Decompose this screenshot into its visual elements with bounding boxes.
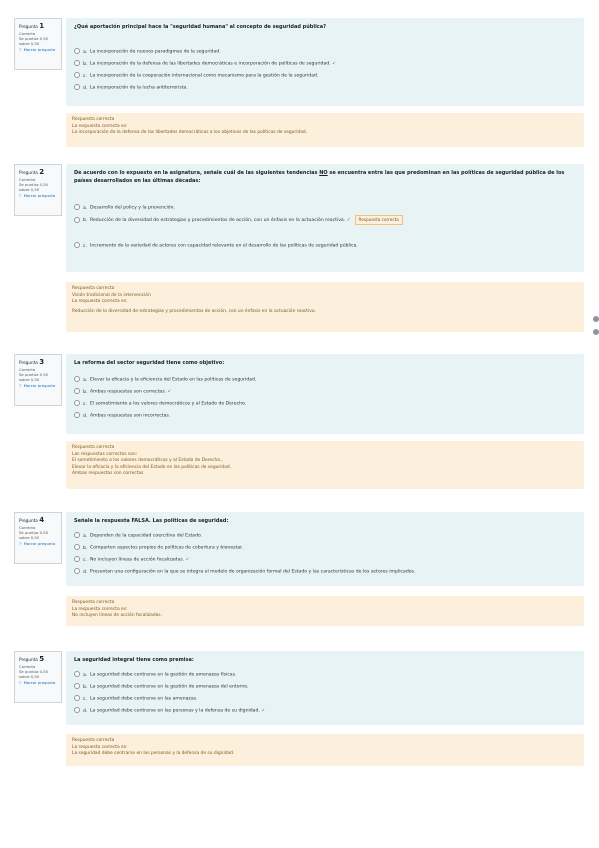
radio-button[interactable]	[74, 412, 80, 418]
radio-button[interactable]	[74, 683, 80, 689]
option-b[interactable]: b. La incorporación de la defensa de las …	[74, 60, 336, 68]
question-score-max: sobre 0,50	[19, 41, 40, 46]
check-icon: ✓	[261, 708, 266, 714]
feedback-answer: La incorporación de la defensa de las li…	[72, 130, 308, 135]
flag-icon: ⚐	[19, 47, 23, 52]
question-number: Pregunta 3	[19, 358, 45, 366]
feedback-answer: No incluyen líneas de acción focalizadas…	[72, 613, 162, 618]
radio-button[interactable]	[74, 568, 80, 574]
flag-icon: ⚐	[19, 383, 23, 388]
option-a[interactable]: a. La seguridad debe centrarse en la gest…	[74, 671, 236, 679]
radio-button[interactable]	[74, 242, 80, 248]
option-c[interactable]: c. El sometimiento a los valores democrát…	[74, 400, 246, 408]
question-score-max: sobre 0,50	[19, 187, 40, 192]
question-number: Pregunta 5	[19, 655, 45, 663]
question-box-5: La seguridad integral tiene como premisa…	[66, 651, 584, 725]
feedback-line: La respuesta correcta es:	[72, 299, 128, 304]
flag-icon: ⚐	[19, 193, 23, 198]
option-c[interactable]: c. La seguridad debe centrarse en las ame…	[74, 695, 198, 703]
question-box-4: Señale la respuesta FALSA. Las políticas…	[66, 512, 584, 586]
check-icon: ✓	[185, 557, 190, 563]
question-box-1: ¿Qué aportación principal hace la "segur…	[66, 18, 584, 106]
flag-question-button[interactable]: ⚐ Marcar pregunta	[19, 680, 57, 685]
check-icon: ✓	[332, 61, 336, 67]
question-text: ¿Qué aportación principal hace la "segur…	[74, 24, 327, 30]
flag-icon: ⚐	[19, 541, 23, 546]
check-icon: ✓	[167, 389, 172, 395]
radio-button[interactable]	[74, 400, 80, 406]
radio-button[interactable]	[74, 84, 80, 90]
radio-button[interactable]	[74, 216, 80, 223]
option-a[interactable]: a. Elevar la eficacia y la eficiencia del…	[74, 376, 256, 384]
radio-button[interactable]	[74, 204, 80, 210]
option-c[interactable]: c. La incorporación de la cooperación int…	[74, 72, 318, 80]
radio-button[interactable]	[74, 695, 80, 701]
radio-button[interactable]	[74, 671, 80, 677]
option-d[interactable]: d. Presentan una configuración en la que …	[74, 568, 415, 576]
flag-icon: ⚐	[19, 680, 23, 685]
feedback-answer: La seguridad debe centrarse en las perso…	[72, 751, 235, 756]
question-info-3: Pregunta 3 Correcta Se puntúa 0,50 sobre…	[14, 354, 62, 406]
option-c[interactable]: c. No incluyen líneas de acción focalizad…	[74, 556, 189, 564]
question-info-2: Pregunta 2 Correcta Se puntúa 0,50 sobre…	[14, 164, 62, 216]
flag-question-button[interactable]: ⚐ Marcar pregunta	[19, 383, 57, 388]
feedback-answer: Ambas respuestas son correctas.	[72, 471, 145, 476]
option-b[interactable]: b. Comparten aspectos propios de política…	[74, 544, 243, 552]
question-info-5: Pregunta 5 Correcta Se puntúa 0,50 sobre…	[14, 651, 62, 703]
radio-button[interactable]	[74, 388, 80, 394]
question-text: De acuerdo con lo expuesto en la asignat…	[74, 170, 565, 184]
option-d[interactable]: d. La seguridad debe centrarse en las per…	[74, 707, 265, 715]
question-score-max: sobre 0,50	[19, 377, 40, 382]
feedback-box-4: Respuesta correcta La respuesta correcta…	[66, 596, 584, 626]
question-score-max: sobre 0,50	[19, 674, 40, 679]
option-a[interactable]: a. Desarrollo del policy y la prevención.	[74, 204, 175, 212]
feedback-box-1: Respuesta correcta La respuesta correcta…	[66, 113, 584, 147]
radio-button[interactable]	[74, 532, 80, 538]
option-b[interactable]: b. La seguridad debe centrarse en la gest…	[74, 683, 248, 691]
flag-question-button[interactable]: ⚐ Marcar pregunta	[19, 541, 57, 546]
question-text: La reforma del sector seguridad tiene co…	[74, 360, 225, 366]
radio-button[interactable]	[74, 376, 80, 382]
feedback-answer: Reducción de la diversidad de estrategia…	[72, 308, 316, 314]
question-number: Pregunta 1	[19, 22, 45, 30]
scroll-indicator[interactable]	[593, 316, 599, 322]
radio-button[interactable]	[74, 60, 80, 66]
correct-answer-tag: Respuesta correcta	[354, 215, 403, 225]
flag-question-button[interactable]: ⚐ Marcar pregunta	[19, 193, 57, 198]
radio-button[interactable]	[74, 48, 80, 54]
option-d[interactable]: d. La incorporación de la lucha antiterro…	[74, 84, 188, 92]
radio-button[interactable]	[74, 72, 80, 78]
feedback-box-2: Respuesta correcta Visión tradicional de…	[66, 282, 584, 332]
radio-button[interactable]	[74, 544, 80, 550]
feedback-box-5: Respuesta correcta La respuesta correcta…	[66, 734, 584, 766]
question-info-1: Pregunta 1 Correcta Se puntúa 0,50 sobre…	[14, 18, 62, 70]
question-score-max: sobre 0,50	[19, 535, 40, 540]
question-box-3: La reforma del sector seguridad tiene co…	[66, 354, 584, 434]
question-text: La seguridad integral tiene como premisa…	[74, 657, 194, 663]
option-a[interactable]: a. La incorporación de nuevos paradigmas …	[74, 48, 221, 56]
radio-button[interactable]	[74, 707, 80, 713]
question-info-4: Pregunta 4 Correcta Se puntúa 0,50 sobre…	[14, 512, 62, 564]
scroll-indicator[interactable]	[593, 329, 599, 335]
option-a[interactable]: a. Dependen de la capacidad coercitiva de…	[74, 532, 202, 540]
radio-button[interactable]	[74, 556, 80, 562]
question-box-2: De acuerdo con lo expuesto en la asignat…	[66, 164, 584, 272]
feedback-box-3: Respuesta correcta Las respuestas correc…	[66, 441, 584, 489]
question-number: Pregunta 2	[19, 168, 45, 176]
check-icon: ✓	[346, 218, 351, 223]
option-b[interactable]: b. Ambas respuestas son correctas. ✓	[74, 388, 171, 396]
option-d[interactable]: d. Ambas respuestas son incorrectas.	[74, 412, 170, 420]
question-text: Señale la respuesta FALSA. Las políticas…	[74, 518, 229, 524]
flag-question-button[interactable]: ⚐ Marcar pregunta	[19, 47, 57, 52]
question-number: Pregunta 4	[19, 516, 45, 524]
option-b[interactable]: b. Reducción de la diversidad de estrateg…	[74, 215, 403, 225]
option-c[interactable]: c. Incremento de la variedad de actores c…	[74, 242, 358, 250]
